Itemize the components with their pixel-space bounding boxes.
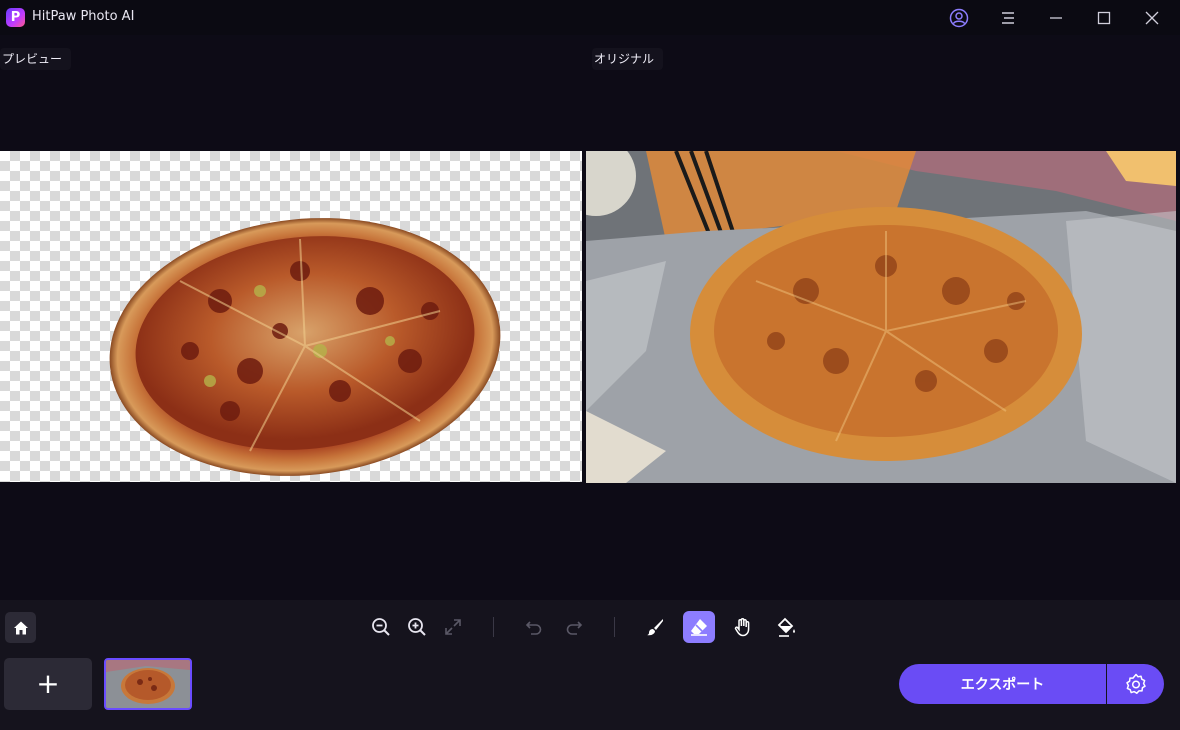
eraser-icon (691, 619, 707, 636)
preview-label: プレビュー (0, 48, 72, 70)
toolbar-divider (614, 617, 615, 637)
pizza-cutout (109, 218, 501, 476)
brush-button[interactable] (640, 612, 670, 642)
minimize-icon (1050, 16, 1062, 19)
menu-icon (1002, 11, 1014, 24)
hand-button[interactable] (728, 612, 758, 642)
thumbnail-image (106, 660, 190, 708)
original-label: オリジナル (592, 48, 664, 70)
close-icon (1145, 11, 1159, 24)
zoom-out-icon (372, 618, 390, 636)
home-icon (13, 621, 28, 634)
bottom-toolbar: + エクスポート (0, 600, 1180, 730)
account-button[interactable] (936, 0, 982, 35)
title-bar: P HitPaw Photo AI (0, 0, 1180, 35)
redo-icon (566, 621, 583, 635)
export-settings-button[interactable] (1107, 664, 1164, 704)
gear-icon (1125, 673, 1146, 694)
account-icon (949, 8, 969, 27)
hand-icon (734, 618, 750, 637)
fill-icon (777, 617, 795, 637)
maximize-icon (1097, 11, 1111, 24)
redo-button[interactable] (559, 612, 589, 642)
minimize-button[interactable] (1033, 0, 1079, 35)
zoom-in-button[interactable] (402, 612, 432, 642)
brush-icon (647, 619, 663, 636)
original-photo (586, 151, 1176, 483)
preview-image[interactable] (0, 151, 582, 482)
home-button[interactable] (5, 612, 36, 643)
canvas-area: プレビュー オリジナル (0, 35, 1180, 600)
image-thumbnail[interactable] (104, 658, 192, 710)
zoom-out-button[interactable] (366, 612, 396, 642)
app-logo-letter: P (10, 10, 21, 25)
close-button[interactable] (1129, 0, 1175, 35)
toolbar-divider (493, 617, 494, 637)
original-image[interactable] (586, 151, 1176, 483)
undo-button[interactable] (519, 612, 549, 642)
undo-icon (525, 621, 542, 635)
app-title: HitPaw Photo AI (32, 9, 135, 24)
fit-screen-icon (445, 619, 461, 635)
add-icon: + (36, 667, 60, 700)
fill-button[interactable] (772, 612, 802, 642)
add-image-button[interactable]: + (4, 658, 92, 710)
zoom-in-icon (408, 618, 426, 636)
maximize-button[interactable] (1081, 0, 1127, 35)
app-logo-icon: P (6, 8, 25, 27)
export-button[interactable]: エクスポート (899, 664, 1106, 704)
menu-button[interactable] (985, 0, 1031, 35)
fit-screen-button[interactable] (438, 612, 468, 642)
eraser-button[interactable] (683, 611, 715, 643)
